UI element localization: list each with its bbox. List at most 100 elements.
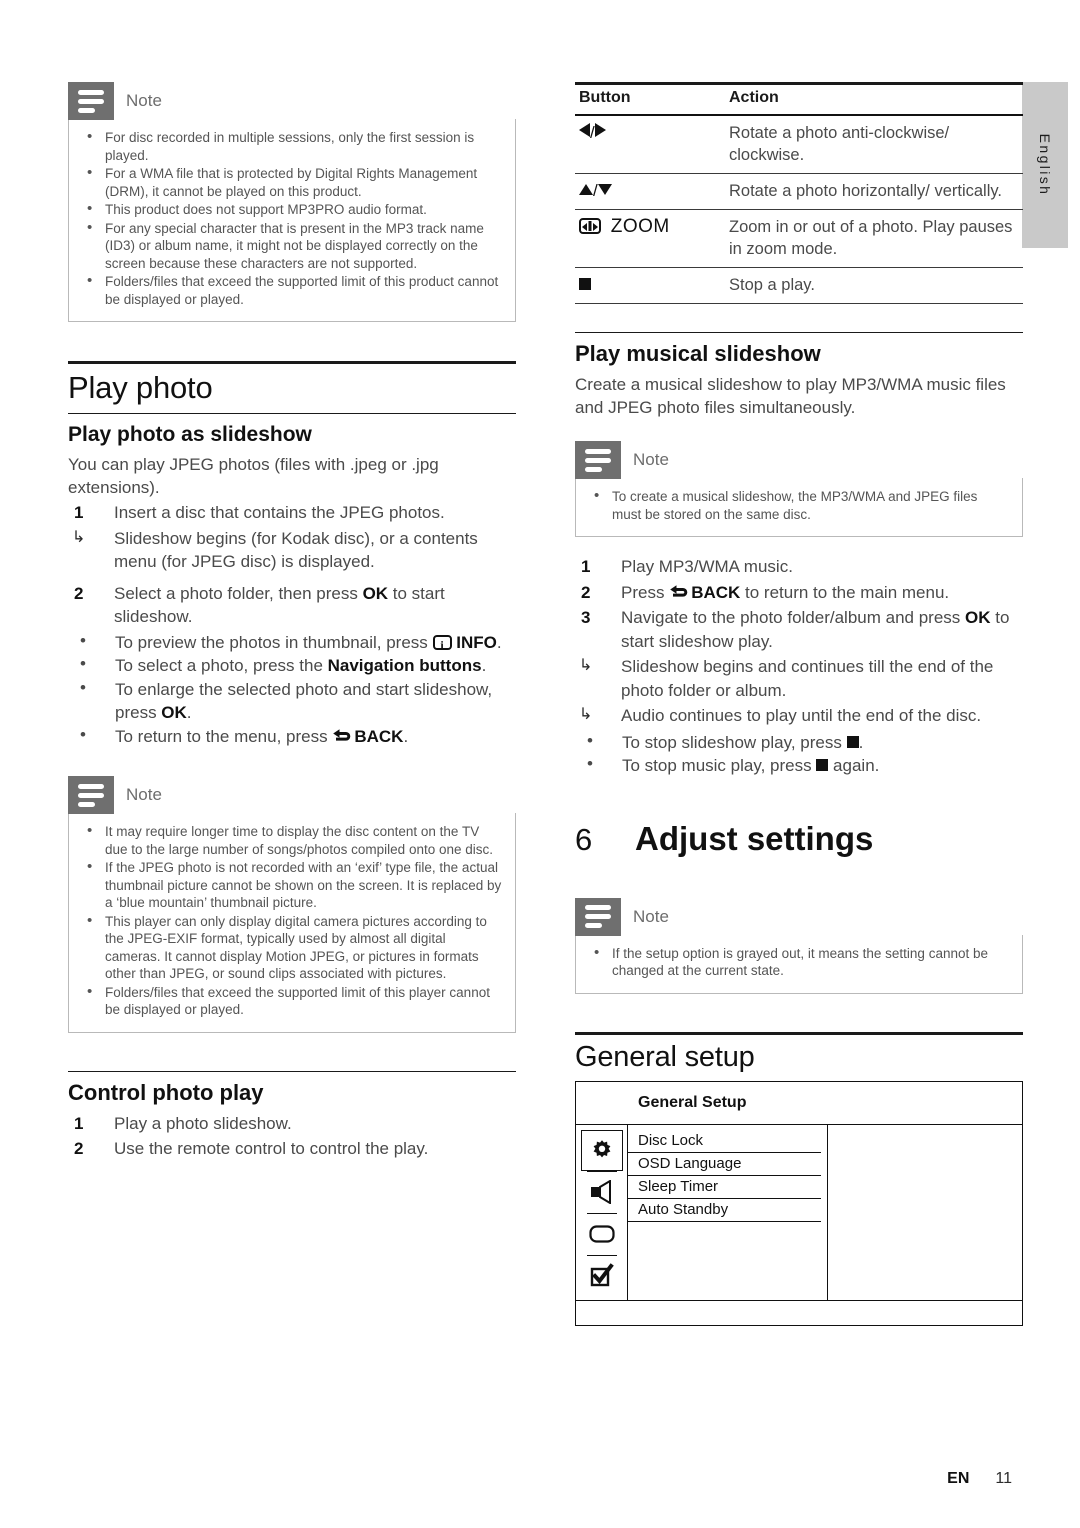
result-item: ↳ Slideshow begins and continues till th… bbox=[575, 655, 1023, 702]
menu-item-auto-standby[interactable]: Auto Standby bbox=[628, 1199, 821, 1222]
note-header: Note bbox=[68, 82, 516, 120]
step-item: 2 Select a photo folder, then press OK t… bbox=[68, 582, 516, 629]
note-header: Note bbox=[575, 441, 1023, 479]
note-header: Note bbox=[68, 776, 516, 814]
step-item: 2 Press BACK to return to the main menu. bbox=[575, 581, 1023, 605]
bullet-text-b: . bbox=[186, 703, 192, 722]
note-item: It may require longer time to display th… bbox=[81, 822, 503, 858]
table-row: / Rotate a photo anti-clockwise/ clockwi… bbox=[575, 115, 1023, 174]
page-title-play-photo: Play photo bbox=[68, 370, 213, 405]
note-item: This player can only display digital cam… bbox=[81, 912, 503, 983]
result-text: Slideshow begins and continues till the … bbox=[621, 657, 994, 700]
menu-item-disc-lock[interactable]: Disc Lock bbox=[628, 1130, 821, 1153]
note-item: Folders/files that exceed the supported … bbox=[81, 983, 503, 1019]
note-icon bbox=[575, 441, 621, 479]
bullet-icon: • bbox=[80, 677, 86, 697]
list-item: • To stop music play, press again. bbox=[575, 754, 1023, 778]
sub-bullet-list: • To preview the photos in thumbnail, pr… bbox=[68, 631, 516, 749]
step-text-a: Select a photo folder, then press bbox=[114, 583, 363, 603]
step-text: Play a photo slideshow. bbox=[114, 1113, 292, 1133]
table-row: Stop a play. bbox=[575, 267, 1023, 304]
language-side-tab-label: English bbox=[1037, 133, 1053, 197]
note-list: For disc recorded in multiple sessions, … bbox=[81, 128, 503, 308]
result-item: ↳ Slideshow begins (for Kodak disc), or … bbox=[68, 527, 516, 574]
preference-icon[interactable] bbox=[589, 1256, 615, 1297]
note-list: It may require longer time to display th… bbox=[81, 822, 503, 1019]
up-arrow-icon bbox=[579, 184, 593, 195]
note-list: To create a musical slideshow, the MP3/W… bbox=[588, 487, 1010, 523]
bullet-icon: • bbox=[587, 730, 593, 750]
bullet-text-b: . bbox=[496, 632, 502, 652]
menu-item-osd-language[interactable]: OSD Language bbox=[628, 1153, 821, 1176]
note-item: For a WMA file that is protected by Digi… bbox=[81, 164, 503, 200]
note-box-photo-display: Note It may require longer time to displ… bbox=[68, 776, 516, 1033]
cell-action: Zoom in or out of a photo. Play pauses i… bbox=[725, 209, 1023, 268]
step-number: 1 bbox=[74, 503, 84, 522]
cell-action: Rotate a photo horizontally/ vertically. bbox=[725, 173, 1023, 210]
note-title: Note bbox=[633, 450, 669, 469]
note-item: If the setup option is grayed out, it me… bbox=[588, 944, 1010, 980]
section-rule-top bbox=[68, 361, 516, 364]
steps-play-photo: 1 Insert a disc that contains the JPEG p… bbox=[68, 501, 516, 525]
subsection-rule bbox=[68, 1070, 516, 1072]
document-page: English Note For disc recorded in multip… bbox=[0, 0, 1080, 1528]
general-setup-screen: General Setup Disc Lock OSD Language Sle… bbox=[575, 1080, 1023, 1326]
bullet-text-a: To preview the photos in thumbnail, pres… bbox=[115, 632, 433, 652]
back-icon bbox=[332, 728, 354, 745]
step-text-b: to return to the main menu. bbox=[740, 582, 950, 602]
step-number: 2 bbox=[74, 583, 84, 603]
step-number: 3 bbox=[581, 608, 591, 627]
note-body: If the setup option is grayed out, it me… bbox=[575, 934, 1023, 994]
steps-play-photo-2: 2 Select a photo folder, then press OK t… bbox=[68, 582, 516, 629]
video-icon[interactable] bbox=[588, 1214, 616, 1255]
note-box-musical-slideshow: Note To create a musical slideshow, the … bbox=[575, 441, 1023, 537]
info-icon bbox=[432, 634, 452, 657]
steps-control-photo-play: 1 Play a photo slideshow. 2 Use the remo… bbox=[68, 1112, 516, 1161]
cell-button-zoom: ZOOM bbox=[575, 209, 725, 268]
list-item: • To preview the photos in thumbnail, pr… bbox=[68, 631, 516, 658]
key-back-label: BACK bbox=[691, 582, 741, 602]
note-item: To create a musical slideshow, the MP3/W… bbox=[588, 487, 1010, 523]
key-zoom-label: ZOOM bbox=[610, 216, 670, 237]
paragraph-slideshow-intro: You can play JPEG photos (files with .jp… bbox=[68, 455, 439, 497]
step-item: 1 Play MP3/WMA music. bbox=[575, 555, 1023, 579]
button-action-table: Button Action / Rotate a photo anti-cloc… bbox=[575, 85, 1023, 304]
bullet-text-a: To stop slideshow play, press bbox=[622, 732, 847, 752]
bullet-text-b: . bbox=[481, 656, 487, 675]
key-back-label: BACK bbox=[354, 726, 404, 746]
step-item: 1 Play a photo slideshow. bbox=[68, 1112, 516, 1136]
bullet-text-b: . bbox=[403, 726, 409, 746]
step-number: 1 bbox=[581, 557, 591, 576]
list-item: • To stop slideshow play, press . bbox=[575, 731, 1023, 755]
right-arrow-icon bbox=[594, 123, 606, 137]
arrow-icon: ↳ bbox=[579, 657, 593, 674]
cell-action: Rotate a photo anti-clockwise/ clockwise… bbox=[725, 115, 1023, 174]
section-rule-bottom bbox=[68, 413, 516, 414]
table-row: / Rotate a photo horizontally/ verticall… bbox=[575, 173, 1023, 210]
gear-icon[interactable] bbox=[580, 1129, 623, 1171]
arrow-icon: ↳ bbox=[579, 706, 593, 723]
arrow-icon: ↳ bbox=[72, 528, 86, 546]
table-header-row: Button Action bbox=[575, 85, 1023, 116]
zoom-icon bbox=[579, 218, 601, 234]
step-item: 1 Insert a disc that contains the JPEG p… bbox=[68, 501, 516, 525]
speaker-icon[interactable] bbox=[588, 1172, 616, 1213]
note-title: Note bbox=[126, 91, 162, 110]
note-icon bbox=[68, 776, 114, 814]
key-navigation-buttons: Navigation buttons bbox=[327, 656, 482, 675]
step-text-a: Navigate to the photo folder/album and p… bbox=[621, 608, 965, 627]
list-item: • To enlarge the selected photo and star… bbox=[68, 678, 516, 725]
menu-item-sleep-timer[interactable]: Sleep Timer bbox=[628, 1176, 821, 1199]
bullet-text-b: . bbox=[858, 732, 864, 752]
stop-icon bbox=[846, 735, 859, 748]
result-text: Slideshow begins (for Kodak disc), or a … bbox=[114, 528, 478, 572]
note-box-setup-grayed: Note If the setup option is grayed out, … bbox=[575, 897, 1023, 994]
bullet-text-a: To return to the menu, press bbox=[115, 726, 333, 746]
key-ok: OK bbox=[965, 608, 991, 627]
list-item: • To return to the menu, press BACK. bbox=[68, 725, 516, 749]
section-rule-top bbox=[575, 1031, 1023, 1035]
bullet-text-b: again. bbox=[828, 756, 880, 775]
left-column: Note For disc recorded in multiple sessi… bbox=[68, 0, 516, 1163]
cell-button-up-down: / bbox=[575, 173, 725, 210]
cell-action: Stop a play. bbox=[725, 267, 1023, 304]
